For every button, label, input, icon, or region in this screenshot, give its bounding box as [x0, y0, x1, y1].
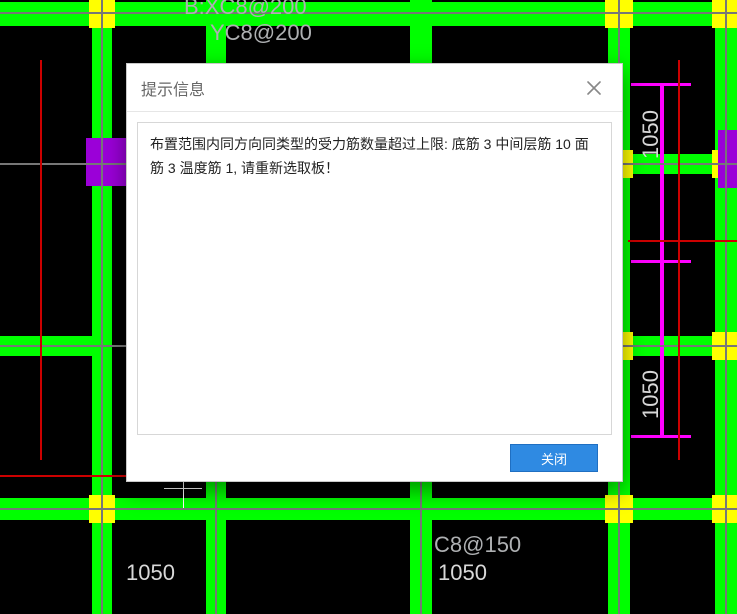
axis-vline — [101, 0, 103, 614]
dim-text: 1050 — [126, 560, 175, 586]
rebar-label: C8@150 — [434, 532, 521, 558]
info-dialog: 提示信息 布置范围内同方向同类型的受力筋数量超过上限: 底筋 3 中间层筋 10… — [126, 63, 623, 482]
dim-tick — [631, 435, 691, 438]
dim-tick — [631, 83, 691, 86]
dialog-title: 提示信息 — [141, 76, 205, 100]
column-node — [718, 130, 737, 188]
wall-vcol — [410, 0, 432, 72]
rebar-label: YC8@200 — [210, 20, 312, 46]
axis-vline — [420, 470, 422, 614]
dim-tick — [631, 260, 691, 263]
dim-text: 1050 — [438, 560, 487, 586]
column-node — [86, 138, 130, 186]
dialog-body: 布置范围内同方向同类型的受力筋数量超过上限: 底筋 3 中间层筋 10 面筋 3… — [127, 112, 622, 481]
cursor-crosshair — [164, 488, 202, 489]
axis-hline — [0, 12, 737, 14]
dialog-titlebar[interactable]: 提示信息 — [127, 64, 622, 112]
close-icon[interactable] — [580, 74, 608, 102]
dim-text: 1050 — [638, 110, 664, 159]
dim-text: 1050 — [638, 370, 664, 419]
axis-vline — [215, 470, 217, 614]
ext-line — [40, 60, 42, 460]
dialog-message: 布置范围内同方向同类型的受力筋数量超过上限: 底筋 3 中间层筋 10 面筋 3… — [137, 122, 612, 435]
ext-line — [628, 240, 737, 242]
dialog-footer: 关闭 — [137, 435, 612, 481]
close-button[interactable]: 关闭 — [510, 444, 598, 472]
axis-vline — [725, 0, 727, 614]
axis-hline — [0, 508, 737, 510]
ext-line — [678, 60, 680, 460]
rebar-label: B:XC8@200 — [184, 0, 307, 20]
